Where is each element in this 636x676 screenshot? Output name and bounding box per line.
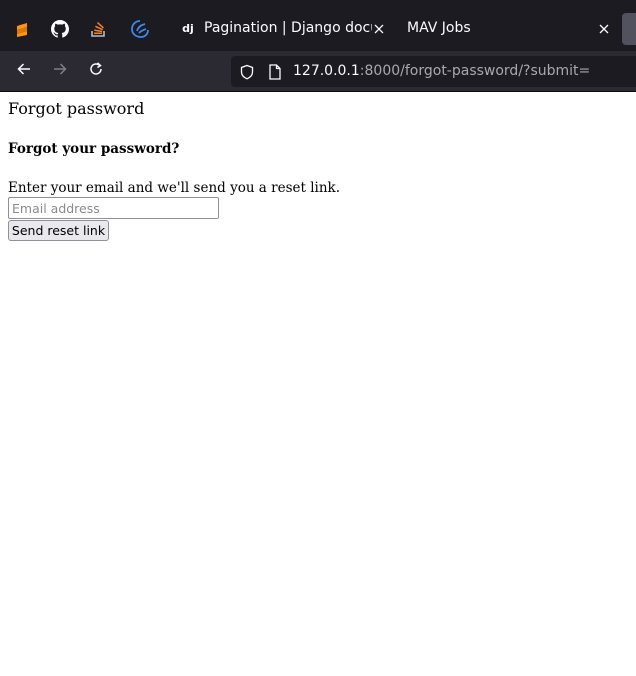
pinned-tab-stackoverflow[interactable] <box>87 17 111 41</box>
email-input[interactable] <box>8 197 219 219</box>
address-bar[interactable]: 127.0.0.1:8000/forgot-password/?submit= <box>231 56 636 87</box>
close-icon[interactable] <box>596 21 612 37</box>
arrow-left-icon <box>16 61 32 81</box>
tab-django-pagination[interactable]: dj Pagination | Django documentation <box>170 11 392 47</box>
page-info-icon[interactable] <box>266 63 284 81</box>
page-title: Forgot password <box>8 99 145 118</box>
navigation-toolbar: 127.0.0.1:8000/forgot-password/?submit= <box>0 51 636 92</box>
pinned-tab-app[interactable] <box>128 17 152 41</box>
reload-icon <box>88 61 104 81</box>
pinned-tab-github[interactable] <box>48 17 72 41</box>
close-icon[interactable] <box>371 21 387 37</box>
stackoverflow-icon <box>90 20 108 38</box>
tab-title: Pagination | Django documentation <box>204 20 372 36</box>
url-text: 127.0.0.1:8000/forgot-password/?submit= <box>293 63 590 79</box>
forward-button[interactable] <box>48 59 72 83</box>
app-logo-icon <box>130 19 150 39</box>
tab-bar: dj Pagination | Django documentation MAV… <box>0 7 636 51</box>
django-favicon-icon: dj <box>182 21 194 35</box>
page-content: Forgot password Forgot your password? En… <box>0 92 636 676</box>
shield-icon[interactable] <box>238 63 256 81</box>
arrow-right-icon <box>52 61 68 81</box>
send-reset-link-button[interactable]: Send reset link <box>8 220 109 241</box>
tab-title: MAV Jobs <box>407 20 471 36</box>
window-top-strip <box>0 0 636 7</box>
new-tab-button[interactable] <box>622 13 636 45</box>
form-heading: Forgot your password? <box>8 141 180 157</box>
form-instructions: Enter your email and we'll send you a re… <box>8 180 341 196</box>
url-host: 127.0.0.1 <box>293 63 360 79</box>
reload-button[interactable] <box>84 59 108 83</box>
back-button[interactable] <box>12 59 36 83</box>
url-path: :8000/forgot-password/?submit= <box>359 63 591 79</box>
tab-mav-jobs[interactable]: MAV Jobs <box>396 11 620 47</box>
pinned-tab-sublime[interactable] <box>10 17 34 41</box>
github-icon <box>51 20 69 38</box>
sublime-text-icon <box>12 19 32 39</box>
